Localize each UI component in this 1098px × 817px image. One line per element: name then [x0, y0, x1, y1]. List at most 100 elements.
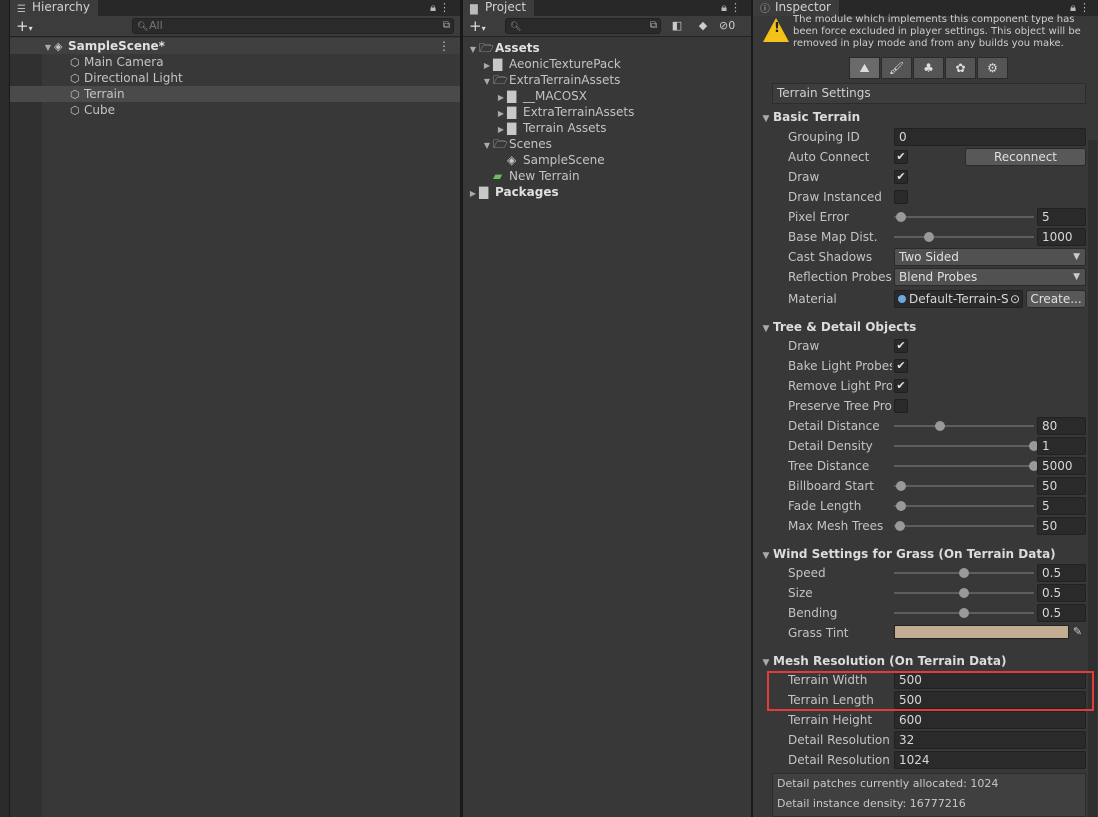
lock-icon[interactable]: 🔒︎: [430, 0, 436, 16]
paint-tool-button[interactable]: 🖌︎: [881, 57, 912, 79]
max-mesh-trees-field[interactable]: 50: [1037, 517, 1086, 535]
project-tree-item[interactable]: ▶ ▇ ExtraTerrainAssets: [463, 104, 751, 120]
project-tab[interactable]: ▇ Project: [463, 0, 535, 16]
search-options-icon[interactable]: ⧉: [650, 19, 657, 33]
reflection-probes-dropdown[interactable]: Blend Probes ▼: [894, 268, 1086, 286]
filter-type-icon[interactable]: ◧: [667, 18, 687, 34]
base-map-dist-field[interactable]: 1000: [1037, 228, 1086, 246]
slider-knob[interactable]: [896, 481, 906, 491]
slider-knob[interactable]: [894, 521, 905, 531]
fade-length-field[interactable]: 5: [1037, 497, 1086, 515]
reconnect-button[interactable]: Reconnect: [965, 148, 1086, 166]
paint-details-button[interactable]: ✿: [945, 57, 976, 79]
detail-density-field[interactable]: 1: [1037, 437, 1086, 455]
mesh-resolution-header[interactable]: ▼ Mesh Resolution (On Terrain Data): [759, 653, 1007, 669]
detail-resolution-field[interactable]: 1024: [894, 751, 1086, 769]
detail-distance-slider[interactable]: [894, 421, 1034, 431]
slider-knob[interactable]: [959, 588, 969, 598]
project-item-label: Terrain Assets: [523, 121, 607, 135]
pixel-error-slider[interactable]: [894, 212, 1034, 222]
lock-icon[interactable]: 🔒︎: [721, 0, 727, 16]
search-options-icon[interactable]: ⧉: [443, 19, 450, 33]
material-field[interactable]: Default-Terrain-S ⊙: [894, 290, 1023, 308]
auto-connect-checkbox[interactable]: ✔: [894, 150, 908, 164]
slider-knob[interactable]: [896, 212, 906, 222]
project-tree-item[interactable]: ▼ 🗁︎Scenes: [463, 136, 751, 152]
slider-knob[interactable]: [935, 421, 946, 431]
hierarchy-tab[interactable]: ☰ Hierarchy: [10, 0, 99, 16]
hierarchy-item[interactable]: ⬡ Directional Light: [10, 70, 460, 86]
add-button[interactable]: +▾: [16, 17, 33, 38]
base-map-dist-slider[interactable]: [894, 232, 1034, 242]
object-picker-icon[interactable]: ⊙: [1007, 291, 1020, 307]
inspector-scrollbar[interactable]: [1088, 140, 1097, 817]
hierarchy-item[interactable]: ⬡ Terrain: [10, 86, 460, 102]
billboard-start-slider[interactable]: [894, 481, 1034, 491]
wind-bending-slider[interactable]: [894, 608, 1034, 618]
terrain-width-field[interactable]: 500: [894, 671, 1086, 689]
project-tree-item[interactable]: ◈ SampleScene: [463, 152, 751, 168]
draw-instanced-checkbox[interactable]: [894, 190, 908, 204]
preserve-tree-prototype-checkbox[interactable]: [894, 399, 908, 413]
tree-distance-field[interactable]: 5000: [1037, 457, 1086, 475]
billboard-start-field[interactable]: 50: [1037, 477, 1086, 495]
slider-knob[interactable]: [924, 232, 934, 242]
wind-size-slider[interactable]: [894, 588, 1034, 598]
gameobject-cube-icon: ⬡: [70, 72, 80, 85]
hidden-count-toggle[interactable]: ⊘0: [719, 18, 749, 34]
detail-density-slider[interactable]: [894, 441, 1039, 451]
scene-row[interactable]: ▼ ◈ SampleScene* ⋮: [10, 38, 460, 54]
slider-knob[interactable]: [959, 568, 969, 578]
wind-size-field[interactable]: 0.5: [1037, 584, 1086, 602]
basic-terrain-header[interactable]: ▼ Basic Terrain: [759, 109, 861, 125]
slider-knob[interactable]: [896, 501, 906, 511]
fade-length-label: Fade Length: [788, 499, 862, 513]
wind-settings-header[interactable]: ▼ Wind Settings for Grass (On Terrain Dat…: [759, 546, 1056, 562]
pixel-error-field[interactable]: 5: [1037, 208, 1086, 226]
grass-tint-color-field[interactable]: [894, 625, 1069, 639]
gameobject-cube-icon: ⬡: [70, 88, 80, 101]
fade-length-slider[interactable]: [894, 501, 1034, 511]
project-tree-item[interactable]: ▶ ▇ Terrain Assets: [463, 120, 751, 136]
eyedropper-icon[interactable]: ✎: [1069, 624, 1086, 640]
terrain-height-field[interactable]: 600: [894, 711, 1086, 729]
cast-shadows-dropdown[interactable]: Two Sided ▼: [894, 248, 1086, 266]
max-mesh-trees-slider[interactable]: [894, 521, 1034, 531]
wind-bending-field[interactable]: 0.5: [1037, 604, 1086, 622]
tree-detail-header[interactable]: ▼ Tree & Detail Objects: [759, 319, 917, 335]
hierarchy-item-label: Cube: [84, 103, 115, 117]
project-tree-item[interactable]: ▼ 🗁︎Assets: [463, 40, 751, 56]
hierarchy-search-input[interactable]: 🔍︎ All ⧉: [132, 18, 454, 34]
detail-resolution-per-patch-field[interactable]: 32: [894, 731, 1086, 749]
paint-trees-button[interactable]: ♣: [913, 57, 944, 79]
project-tree-item[interactable]: ▶ ▇ Packages: [463, 184, 751, 200]
dropdown-arrow-icon: ▼: [1073, 252, 1080, 262]
project-tree-item[interactable]: ▶ ▇ AeonicTexturePack: [463, 56, 751, 72]
terrain-length-field[interactable]: 500: [894, 691, 1086, 709]
collapse-arrow-icon[interactable]: ▶: [467, 186, 479, 202]
project-tree-item[interactable]: ▰ New Terrain: [463, 168, 751, 184]
tree-draw-checkbox[interactable]: ✔: [894, 339, 908, 353]
project-search-input[interactable]: 🔍︎ ⧉: [505, 18, 661, 34]
raise-terrain-tool-button[interactable]: ⛰: [849, 57, 880, 79]
add-button[interactable]: +▾: [469, 17, 486, 38]
kebab-menu-icon[interactable]: ⋮: [439, 0, 450, 16]
project-tree-item[interactable]: ▼ 🗁︎ExtraTerrainAssets: [463, 72, 751, 88]
kebab-menu-icon[interactable]: ⋮: [730, 0, 741, 16]
wind-speed-field[interactable]: 0.5: [1037, 564, 1086, 582]
hierarchy-item[interactable]: ⬡ Cube: [10, 102, 460, 118]
detail-distance-field[interactable]: 80: [1037, 417, 1086, 435]
scene-menu-icon[interactable]: ⋮: [438, 38, 450, 54]
project-tree-item[interactable]: ▶ ▇ __MACOSX: [463, 88, 751, 104]
draw-checkbox[interactable]: ✔: [894, 170, 908, 184]
create-material-button[interactable]: Create...: [1026, 290, 1086, 308]
bake-light-probes-checkbox[interactable]: ✔: [894, 359, 908, 373]
tree-distance-slider[interactable]: [894, 461, 1039, 471]
terrain-settings-button[interactable]: ⚙: [977, 57, 1008, 79]
label-tag-icon[interactable]: ◆: [693, 18, 713, 34]
wind-speed-slider[interactable]: [894, 568, 1034, 578]
slider-knob[interactable]: [959, 608, 969, 618]
remove-light-probe-checkbox[interactable]: ✔: [894, 379, 908, 393]
hierarchy-item[interactable]: ⬡ Main Camera: [10, 54, 460, 70]
grouping-id-field[interactable]: 0: [894, 128, 1086, 146]
